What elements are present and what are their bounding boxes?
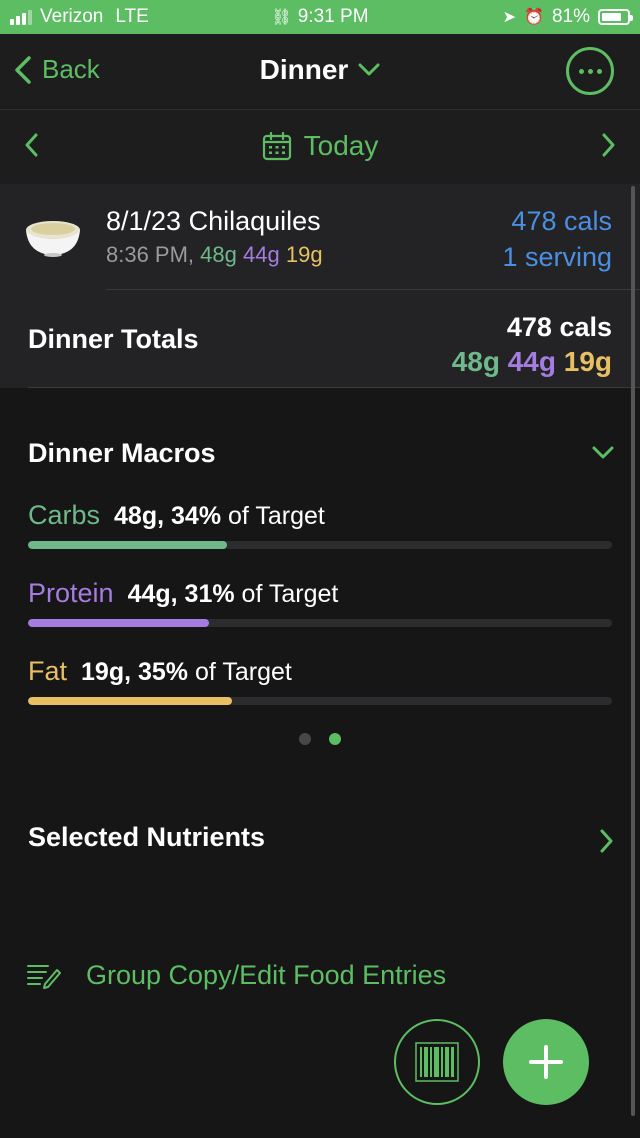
macro-name: Protein [28,578,114,608]
date-label: Today [303,130,379,161]
food-entry-row[interactable]: 8/1/23 Chilaquiles 8:36 PM, 48g 44g 19g … [0,184,640,290]
group-copy-label: Group Copy/Edit Food Entries [86,960,447,990]
macros-collapse-button[interactable] [592,446,614,465]
macro-label: Carbs 48g, 34% of Target [28,500,612,531]
more-dot-icon [578,68,584,74]
food-serving: 1 serving [502,242,612,272]
group-copy-edit-button[interactable]: Group Copy/Edit Food Entries [26,960,446,991]
food-calories: 478 cals [511,206,612,236]
macro-protein: Protein 44g, 31% of Target [28,578,612,627]
barcode-scan-button[interactable] [394,1019,480,1105]
battery-percent: 81% [551,6,590,27]
food-protein: 44g [243,242,280,267]
next-day-button[interactable] [602,132,616,163]
macro-detail: 48g, 34% of Target [114,502,325,531]
selected-nutrients-button[interactable] [600,828,614,859]
macro-percent: 34% [171,502,222,530]
food-fat: 19g [285,242,323,267]
status-right: ➤ ⏰ 81% [502,6,633,28]
battery-fill [602,13,622,21]
macro-progress-fill [28,619,210,627]
macro-grams: 44g, [127,580,178,608]
totals-carbs: 48g [451,346,500,377]
more-options-button[interactable] [566,47,614,95]
macro-fat: Fat 19g, 35% of Target [28,656,612,705]
status-time: 9:31 PM [297,6,369,27]
edit-list-icon [27,964,61,989]
selected-nutrients-title[interactable]: Selected Nutrients [28,822,265,853]
macros-title: Dinner Macros [28,438,216,468]
status-bar: Verizon LTE ⛓ 9:31 PM ➤ ⏰ 81% [0,0,640,34]
chevron-right-icon [602,133,615,157]
page-dot[interactable] [299,733,311,745]
macro-progress-fill [28,541,227,549]
totals-macros: 48g 44g 19g [452,346,612,378]
location-icon: ➤ [502,9,517,26]
macro-grams: 19g, [81,658,132,686]
macro-progress-track [28,697,612,705]
macro-suffix: of Target [195,658,292,686]
scrollbar[interactable] [631,186,635,1116]
macro-label: Fat 19g, 35% of Target [28,656,612,687]
totals-calories: 478 cals [506,312,612,342]
totals-protein: 44g [507,346,556,377]
macro-percent: 31% [184,580,235,608]
chevron-down-icon [592,446,614,459]
more-dot-icon [587,68,593,74]
macro-suffix: of Target [241,580,339,608]
macro-progress-track [28,541,612,549]
totals-fat: 19g [563,346,612,377]
macro-suffix: of Target [228,502,325,530]
chevron-down-icon [358,63,380,76]
food-carbs: 48g [200,242,237,267]
plus-icon [529,1045,563,1079]
macro-grams: 48g, [114,502,165,530]
alarm-icon: ⏰ [524,9,544,26]
food-name: 8/1/23 Chilaquiles [106,206,321,236]
macro-progress-track [28,619,612,627]
chevron-right-icon [600,829,613,853]
barcode-icon [415,1042,459,1082]
battery-icon [598,9,633,25]
link-icon: ⛓ [271,9,292,26]
page-title: Dinner [259,54,349,85]
page-indicator[interactable] [0,733,640,745]
macro-detail: 44g, 31% of Target [128,580,339,609]
macro-percent: 35% [138,658,189,686]
food-time: 8:36 PM, [106,242,195,267]
macro-name: Carbs [28,500,101,530]
food-meta: 8:36 PM, 48g 44g 19g [106,242,323,268]
date-bar: Today [0,110,640,184]
page-dot[interactable] [329,733,341,745]
macro-label: Protein 44g, 31% of Target [28,578,612,609]
divider [106,289,640,290]
nav-bar: Back Dinner [0,34,640,110]
more-dot-icon [596,68,602,74]
meal-selector[interactable]: Dinner [0,54,640,86]
macro-name: Fat [28,656,68,686]
macro-detail: 19g, 35% of Target [81,658,292,687]
divider [28,387,640,388]
macro-carbs: Carbs 48g, 34% of Target [28,500,612,549]
bowl-icon [26,221,80,257]
food-entries: 8/1/23 Chilaquiles 8:36 PM, 48g 44g 19g … [0,184,640,388]
calendar-icon [262,131,291,161]
add-food-button[interactable] [503,1019,589,1105]
macro-progress-fill [28,697,233,705]
date-picker[interactable]: Today [0,130,640,168]
totals-label: Dinner Totals [28,324,199,354]
